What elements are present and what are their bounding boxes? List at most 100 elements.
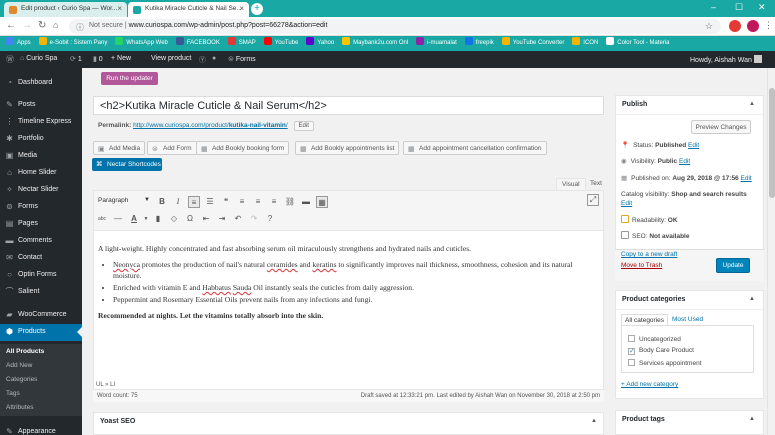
sidebar-item-products[interactable]: ⬢ Products: [0, 324, 82, 341]
bookmark-smap[interactable]: SMAP: [227, 36, 256, 51]
menu-kebab-icon[interactable]: ⋮: [764, 20, 773, 31]
bookmark-yahoo[interactable]: Yahoo: [306, 36, 334, 51]
checkbox-checked[interactable]: ✓: [628, 348, 635, 355]
bookmark-maybank[interactable]: Maybank2u.com Onl: [342, 36, 408, 51]
scrollbar-thumb[interactable]: [769, 88, 775, 198]
tab-visual[interactable]: Visual: [556, 178, 586, 190]
bookmark-color-tool[interactable]: Color Tool - Materia: [606, 36, 670, 51]
checkbox[interactable]: [628, 335, 635, 342]
adminbar-account[interactable]: Howdy, Aishah Wan: [690, 55, 762, 64]
sidebar-item-appearance[interactable]: ✎ Appearance: [0, 424, 82, 435]
blockquote-icon[interactable]: ❝: [220, 196, 232, 208]
collapse-arrow-icon[interactable]: ▲: [749, 296, 755, 302]
paste-text-icon[interactable]: ▮: [152, 213, 164, 225]
edit-catalog-link[interactable]: Edit: [621, 200, 632, 207]
close-tab-icon[interactable]: ×: [117, 4, 122, 13]
close-tab-icon[interactable]: ×: [239, 4, 244, 13]
submenu-attributes[interactable]: Attributes: [6, 404, 33, 411]
align-right-icon[interactable]: ≡: [268, 196, 280, 208]
copy-to-new-draft-link[interactable]: Copy to a new draft: [621, 251, 677, 258]
preview-changes-button[interactable]: Preview Changes: [691, 120, 751, 134]
bookmark-whatsapp[interactable]: WhatsApp Web: [115, 36, 168, 51]
horizontal-line-icon[interactable]: —: [112, 213, 124, 225]
add-new-category-link[interactable]: + Add new category: [621, 381, 678, 388]
profile-avatar-icon[interactable]: [747, 20, 759, 32]
sidebar-item-optin-forms[interactable]: ○ Optin Forms: [0, 267, 82, 284]
bookmark-star-icon[interactable]: ☆: [705, 21, 713, 32]
link-icon[interactable]: ⛓: [284, 196, 296, 208]
edit-visibility-link[interactable]: Edit: [679, 158, 690, 165]
tab-most-used[interactable]: Most Used: [669, 314, 706, 325]
sidebar-item-pages[interactable]: ▤ Pages: [0, 216, 82, 233]
submenu-categories[interactable]: Categories: [6, 376, 37, 383]
sidebar-item-dashboard[interactable]: ◔ Dashboard: [0, 75, 82, 92]
toolbar-toggle-icon[interactable]: ▦: [316, 196, 328, 208]
panel-header[interactable]: Product categories ▲: [616, 291, 763, 310]
permalink-link[interactable]: http://www.curiospa.com/product/kutika-n…: [133, 122, 288, 129]
tab-text[interactable]: Text: [585, 178, 607, 190]
bullet-list-icon[interactable]: ≡: [188, 196, 200, 208]
align-center-icon[interactable]: ≡: [252, 196, 264, 208]
move-to-trash-link[interactable]: Move to Trash: [621, 262, 662, 269]
add-appointment-cancellation-button[interactable]: ▦ Add appointment cancellation confirmati…: [403, 141, 547, 155]
numbered-list-icon[interactable]: ☰: [204, 196, 216, 208]
strikethrough-icon[interactable]: abc: [96, 213, 108, 225]
outdent-icon[interactable]: ⇤: [200, 213, 212, 225]
run-updater-button[interactable]: Run the updater: [101, 72, 158, 85]
edit-permalink-button[interactable]: Edit: [293, 121, 314, 131]
indent-icon[interactable]: ⇥: [216, 213, 228, 225]
category-item[interactable]: ✓ Body Care Product: [628, 347, 694, 355]
nectar-shortcodes-button[interactable]: ⌘ Nectar Shortcodes: [92, 158, 162, 171]
add-bookly-booking-form-button[interactable]: ▦ Add Bookly booking form: [196, 141, 290, 155]
sidebar-item-salient[interactable]: ⌒ Salient: [0, 284, 82, 301]
bookmark-apps[interactable]: Apps: [6, 36, 31, 51]
bookmark-icon-folder[interactable]: ICON: [572, 36, 598, 51]
sidebar-item-posts[interactable]: ✎ Posts: [0, 97, 82, 114]
sidebar-item-comments[interactable]: ▬ Comments: [0, 233, 82, 250]
fullscreen-icon[interactable]: ⤢: [587, 194, 599, 206]
add-form-button[interactable]: ⊜ Add Form: [147, 141, 197, 155]
collapse-arrow-icon[interactable]: ▲: [591, 418, 597, 424]
page-scrollbar[interactable]: [767, 68, 775, 435]
collapse-arrow-icon[interactable]: ▲: [749, 416, 755, 422]
back-icon[interactable]: ←: [6, 20, 16, 31]
category-item[interactable]: Uncategorized: [628, 335, 681, 343]
editor-content[interactable]: A light-weight. Highly concentrated and …: [98, 243, 598, 321]
yoast-icon[interactable]: Ⓨ: [199, 55, 206, 65]
read-more-icon[interactable]: ▬: [300, 196, 312, 208]
clear-formatting-icon[interactable]: ◇: [168, 213, 180, 225]
minimize-icon[interactable]: –: [711, 2, 716, 12]
maximize-icon[interactable]: ☐: [735, 2, 743, 13]
adminbar-comments[interactable]: ▮ 0: [93, 55, 103, 63]
sidebar-item-woocommerce[interactable]: ▰ WooCommerce: [0, 307, 82, 324]
sidebar-item-forms[interactable]: ⊜ Forms: [0, 199, 82, 216]
sidebar-item-contact[interactable]: ✉ Contact: [0, 250, 82, 267]
adminbar-view-product[interactable]: View product: [151, 55, 191, 62]
extension-icon[interactable]: [729, 20, 741, 32]
edit-date-link[interactable]: Edit: [741, 175, 752, 182]
bookmark-imuamalat[interactable]: i-muamalat: [416, 36, 457, 51]
sidebar-item-media[interactable]: ▣ Media: [0, 148, 82, 165]
chevron-down-icon[interactable]: ▼: [140, 213, 152, 225]
redo-icon[interactable]: ↷: [248, 213, 260, 225]
post-title-input[interactable]: [93, 96, 604, 115]
bold-icon[interactable]: B: [156, 196, 168, 208]
add-media-button[interactable]: ▣ Add Media: [93, 141, 146, 155]
edit-status-link[interactable]: Edit: [688, 142, 699, 149]
browser-tab-product-page[interactable]: Kutika Miracle Cuticle & Nail Se... ×: [128, 2, 249, 17]
sidebar-item-timeline-express[interactable]: ⋮ Timeline Express: [0, 114, 82, 131]
format-select[interactable]: Paragraph ▼: [98, 197, 152, 208]
close-window-icon[interactable]: ✕: [758, 2, 766, 13]
reload-icon[interactable]: ↻: [38, 20, 46, 31]
update-button[interactable]: Update: [716, 258, 750, 273]
submenu-add-new[interactable]: Add New: [6, 362, 32, 369]
new-tab-button[interactable]: +: [251, 3, 263, 15]
bookmark-freepik[interactable]: freepik: [464, 36, 494, 51]
italic-icon[interactable]: I: [172, 196, 184, 208]
adminbar-updates[interactable]: ⟳ 1: [70, 55, 82, 63]
category-item[interactable]: Services appointment: [628, 359, 702, 367]
undo-icon[interactable]: ↶: [232, 213, 244, 225]
home-icon[interactable]: ⌂: [53, 20, 58, 30]
help-icon[interactable]: ?: [264, 213, 276, 225]
bookmark-esobit[interactable]: e-Sobit : Sistem Pany: [38, 36, 107, 51]
